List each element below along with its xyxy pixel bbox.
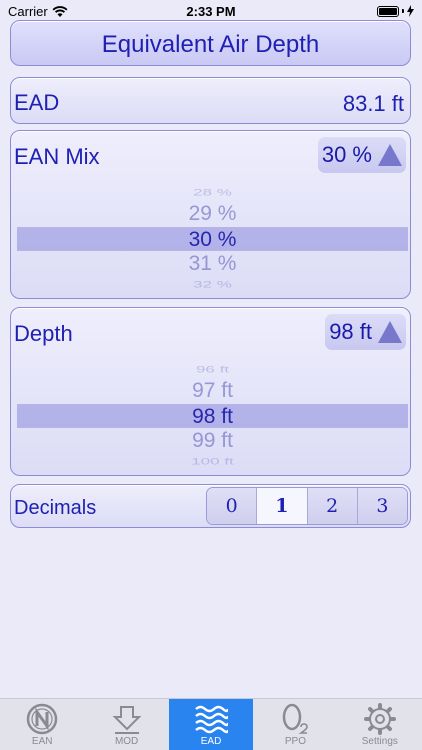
tab-settings[interactable]: Settings [338,699,422,750]
ead-result-panel: EAD 83.1 ft [10,77,411,124]
picker-row[interactable]: 99 ft [17,429,408,453]
tab-mod[interactable]: MOD [84,699,168,750]
picker-row[interactable]: 32 % [17,278,408,291]
triangle-up-icon [378,144,402,166]
decimals-segmented-control: 0 1 2 3 [206,487,408,525]
mod-icon [112,706,142,734]
decimals-option-3[interactable]: 3 [356,488,407,524]
depth-picker-wheel[interactable]: 96 ft 97 ft 98 ft 99 ft 100 ft [17,364,408,470]
picker-row[interactable]: 97 ft [17,379,408,403]
ead-label: EAD [14,90,60,115]
page-title: Equivalent Air Depth [101,31,320,58]
charging-bolt-icon [407,5,414,17]
picker-row[interactable]: 29 % [17,202,408,226]
title-panel: Equivalent Air Depth [10,20,411,66]
depth-selected-value: 98 ft [329,319,372,344]
decimals-label: Decimals [14,497,97,519]
picker-row[interactable]: 28 % [17,187,408,200]
tab-label: Settings [361,736,398,747]
battery-icon [377,5,399,17]
ppo-icon [283,703,309,734]
ead-value: 83.1 ft [342,91,404,116]
status-time: 2:33 PM [186,4,236,19]
decimals-option-1[interactable]: 1 [256,488,307,524]
tab-ppo[interactable]: PPO [253,699,337,750]
tab-bar: EAN MOD EAD PPO Settings [0,698,422,750]
depth-label: Depth [14,321,73,346]
ean-mix-label: EAN Mix [14,144,100,169]
picker-row[interactable]: 31 % [17,252,408,276]
triangle-up-icon [378,321,402,343]
ead-waves-icon [195,705,229,734]
tab-ead[interactable]: EAD [168,699,254,750]
tab-ean[interactable]: EAN [0,699,84,750]
decimals-panel: Decimals 0 1 2 3 [10,484,411,528]
tab-label: MOD [114,736,139,747]
tab-label: EAN [31,736,53,747]
depth-panel: Depth 98 ft 96 ft 97 ft 98 ft 99 ft 100 … [10,307,411,476]
ean-mix-selected-value: 30 % [321,142,372,167]
ean-mix-toggle-button[interactable]: 30 % [317,137,406,173]
battery-indicator [377,5,414,17]
tab-label: EAD [200,736,222,747]
picker-row[interactable]: 96 ft [17,364,408,377]
ean-icon [26,703,58,735]
decimals-option-0[interactable]: 0 [207,488,257,524]
depth-toggle-button[interactable]: 98 ft [325,314,406,350]
gear-icon [363,703,396,735]
picker-row-selected[interactable]: 30 % [17,227,408,251]
status-bar: Carrier 2:33 PM [0,0,422,22]
ean-mix-picker-wheel[interactable]: 28 % 29 % 30 % 31 % 32 % [17,187,408,293]
picker-row[interactable]: 100 ft [17,455,408,468]
ean-mix-panel: EAN Mix 30 % 28 % 29 % 30 % 31 % 32 % [10,130,411,299]
decimals-option-2[interactable]: 2 [306,488,357,524]
picker-row-selected[interactable]: 98 ft [17,404,408,428]
tab-label: PPO [284,736,306,747]
